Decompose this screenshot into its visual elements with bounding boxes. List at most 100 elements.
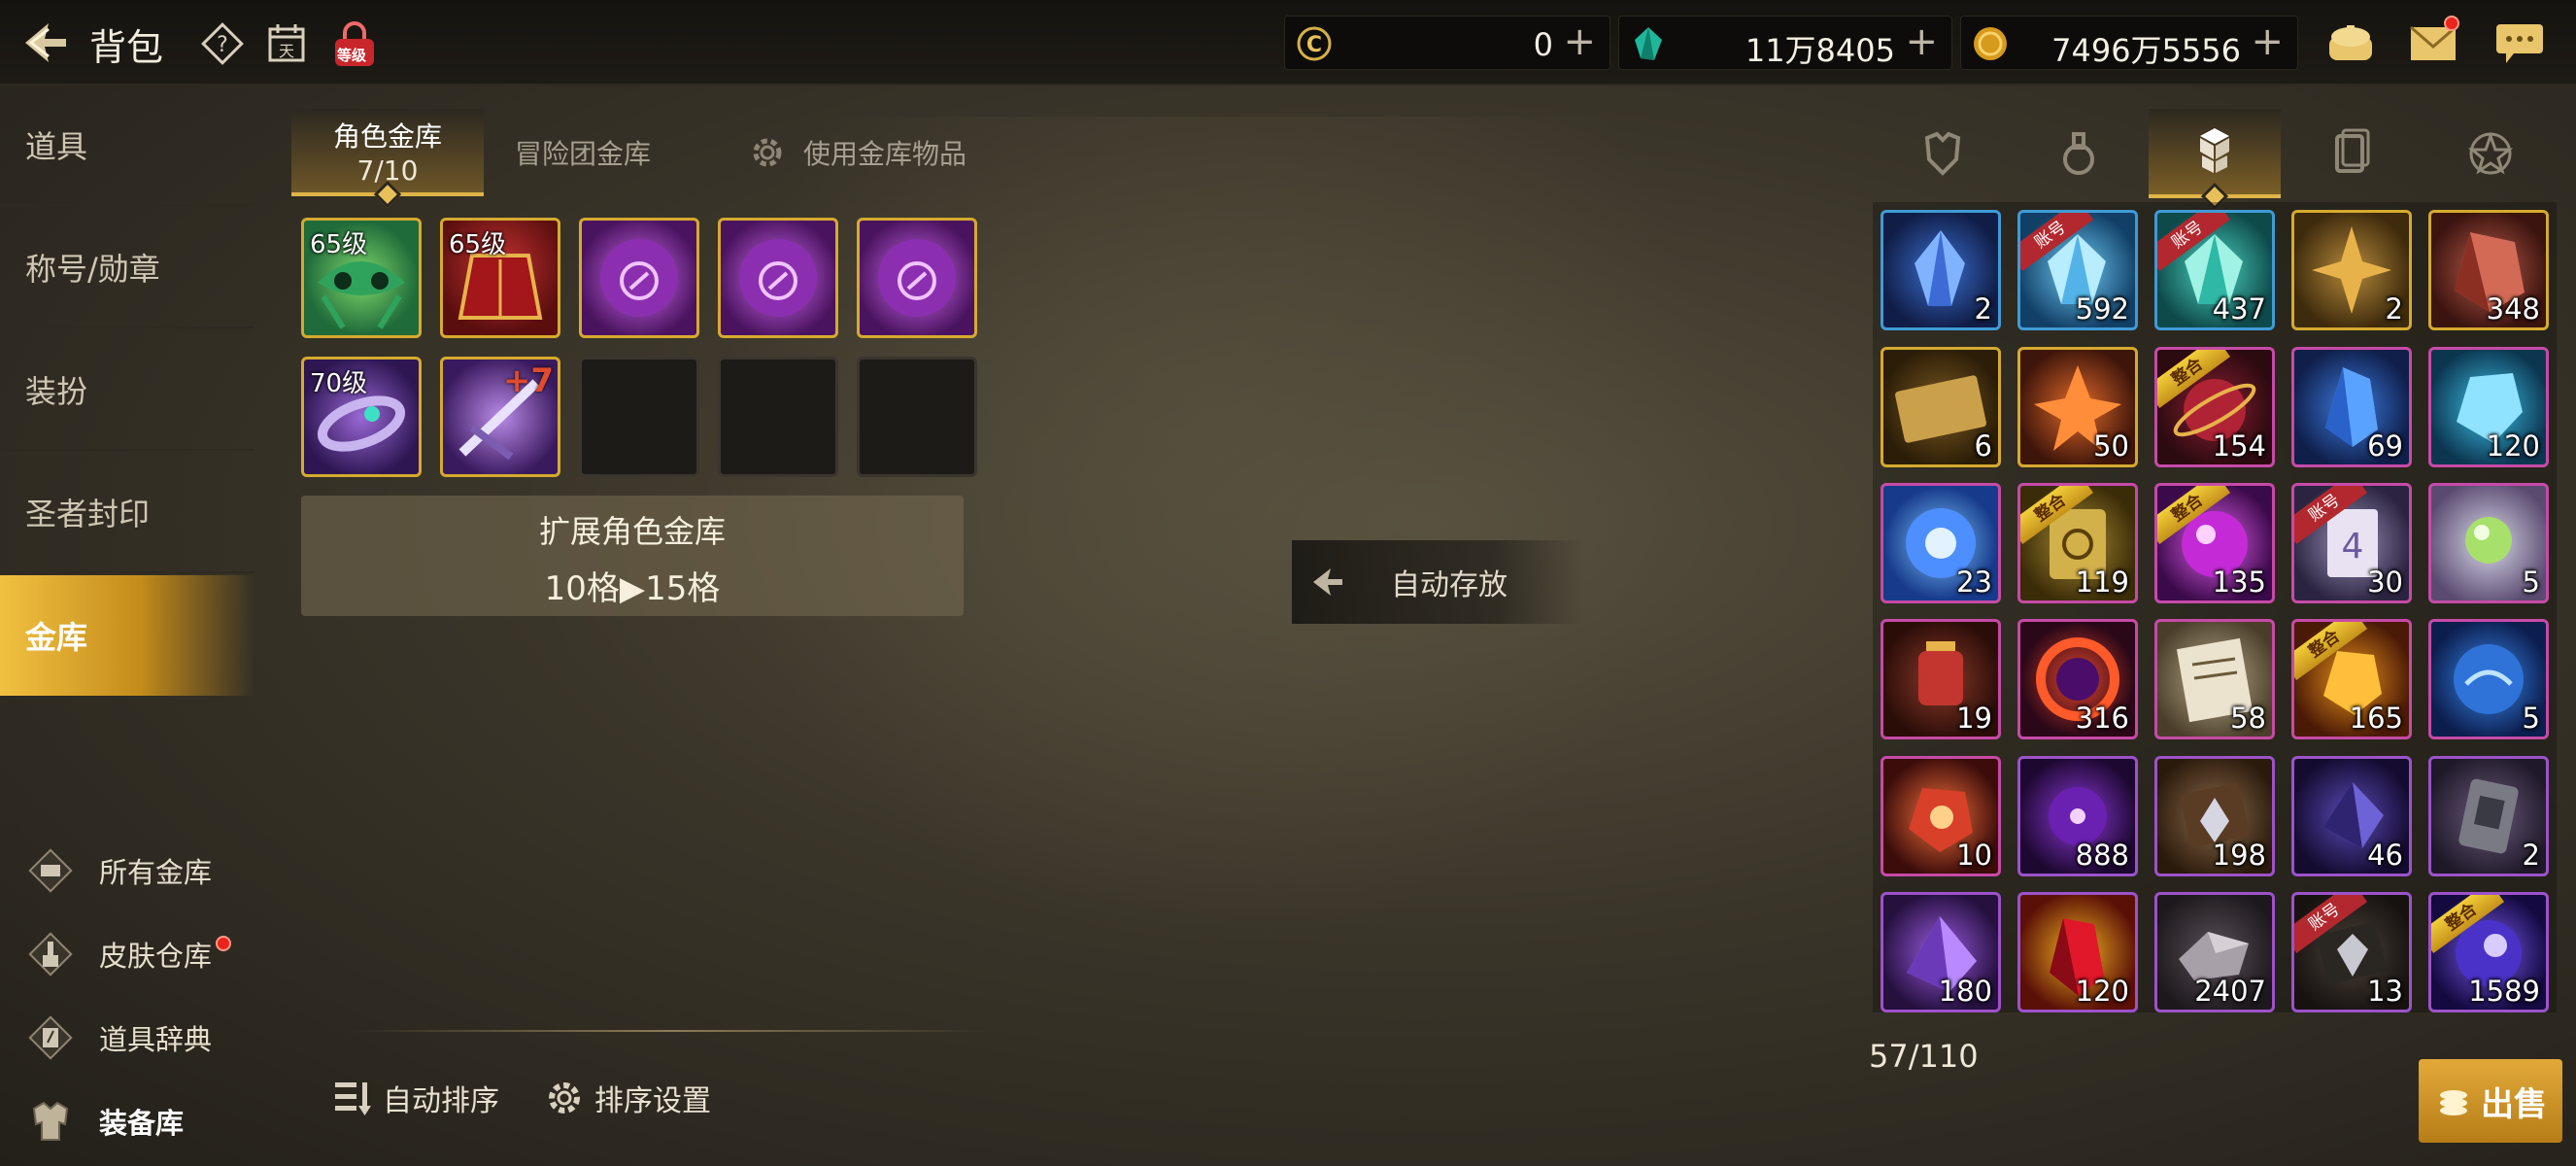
- chest-icon[interactable]: [2323, 17, 2378, 68]
- item-count: 120: [2075, 975, 2129, 1008]
- inventory-slot[interactable]: 6: [1881, 347, 2001, 467]
- add-currency-button[interactable]: +: [1905, 22, 1938, 61]
- tab-adventure-vault[interactable]: 冒险团金库: [497, 109, 668, 196]
- inventory-slot[interactable]: 2407: [2154, 892, 2275, 1012]
- vault-diamond-icon: [23, 843, 78, 898]
- enhance-level: +7: [502, 361, 554, 400]
- gold-coin-icon: [1974, 27, 2007, 60]
- purple-orb-icon: [739, 239, 817, 317]
- item-count: 154: [2212, 429, 2266, 463]
- vault-slot[interactable]: 65级: [440, 218, 560, 338]
- inventory-slot[interactable]: 整合 165: [2291, 619, 2412, 739]
- item-count: 165: [2349, 702, 2403, 735]
- vault-slot-empty[interactable]: [718, 357, 838, 477]
- sidebar-item-vault[interactable]: 金库: [0, 575, 254, 696]
- inventory-slot[interactable]: 整合 1589: [2428, 892, 2549, 1012]
- inventory-slot[interactable]: 58: [2154, 619, 2275, 739]
- tab-emblems[interactable]: [2424, 109, 2557, 198]
- add-currency-button[interactable]: +: [1563, 22, 1596, 61]
- back-arrow-icon[interactable]: [17, 16, 72, 70]
- tab-materials[interactable]: [2149, 109, 2281, 211]
- inventory-slot[interactable]: 888: [2017, 756, 2138, 876]
- sort-settings-button[interactable]: 排序设置: [542, 1073, 711, 1123]
- inventory-slot[interactable]: 46: [2291, 756, 2412, 876]
- inventory-slot[interactable]: 账号 13: [2291, 892, 2412, 1012]
- sidebar-item-items[interactable]: 道具: [0, 86, 254, 206]
- chat-icon[interactable]: [2492, 17, 2547, 68]
- sidebar-item-titles[interactable]: 称号/勋章: [0, 208, 254, 328]
- inventory-slot[interactable]: 账号 592: [2017, 210, 2138, 330]
- inventory-slot[interactable]: 2: [2291, 210, 2412, 330]
- item-count: 120: [2486, 429, 2540, 463]
- vault-slot[interactable]: [579, 218, 699, 338]
- inventory-slot[interactable]: 10: [1881, 756, 2001, 876]
- item-count: 2407: [2194, 975, 2266, 1008]
- item-count: 348: [2486, 292, 2540, 326]
- notification-dot: [216, 936, 232, 951]
- sidebar-item-costume[interactable]: 装扮: [0, 330, 254, 451]
- vault-slot[interactable]: [857, 218, 977, 338]
- vault-slot-empty[interactable]: [857, 357, 977, 477]
- inventory-slot[interactable]: 2: [2428, 756, 2549, 876]
- help-icon[interactable]: ?: [198, 19, 247, 68]
- inventory-slot[interactable]: 整合 119: [2017, 483, 2138, 603]
- level-badge-label: 等级: [337, 47, 367, 64]
- skin-storage-link[interactable]: 皮肤仓库: [23, 925, 256, 983]
- inventory-slot[interactable]: 120: [2017, 892, 2138, 1012]
- sell-button[interactable]: 出售: [2419, 1059, 2562, 1143]
- inventory-slot[interactable]: 19: [1881, 619, 2001, 739]
- vault-slot[interactable]: 70级: [301, 357, 422, 477]
- item-dictionary-link[interactable]: 道具辞典: [23, 1009, 256, 1067]
- tab-equipment[interactable]: [1877, 109, 2009, 198]
- inventory-slot[interactable]: 2: [1881, 210, 2001, 330]
- use-vault-items-toggle[interactable]: 使用金库物品: [725, 109, 987, 196]
- add-currency-button[interactable]: +: [2251, 22, 2284, 61]
- inventory-slot[interactable]: 5: [2428, 483, 2549, 603]
- calendar-icon[interactable]: 天: [262, 19, 311, 68]
- item-count: 5: [2522, 702, 2540, 735]
- tab-label: 冒险团金库: [514, 138, 651, 170]
- tab-character-vault[interactable]: 角色金库 7/10: [291, 109, 484, 209]
- item-count: 2: [1974, 292, 1992, 326]
- left-arrow-icon: [1313, 568, 1342, 596]
- inventory-slot[interactable]: 198: [2154, 756, 2275, 876]
- expand-vault-button[interactable]: 扩展角色金库 10格▶15格: [301, 496, 964, 616]
- auto-sort-button[interactable]: 自动排序: [330, 1073, 499, 1123]
- item-count: 13: [2367, 975, 2403, 1008]
- vault-slot[interactable]: [718, 218, 838, 338]
- inventory-slot[interactable]: 120: [2428, 347, 2549, 467]
- sidebar-item-saint-seal[interactable]: 圣者封印: [0, 453, 254, 573]
- sort-icon: [330, 1076, 375, 1120]
- inventory-slot[interactable]: 180: [1881, 892, 2001, 1012]
- auto-store-button[interactable]: 自动存放: [1292, 540, 1583, 624]
- vault-slot-empty[interactable]: [579, 357, 699, 477]
- inventory-slot[interactable]: 316: [2017, 619, 2138, 739]
- vault-slot[interactable]: +7: [440, 357, 560, 477]
- equipment-storage-link[interactable]: 装备库: [23, 1092, 256, 1150]
- auto-sort-label: 自动排序: [383, 1084, 499, 1118]
- inventory-slot[interactable]: 23: [1881, 483, 2001, 603]
- inventory-slot[interactable]: 整合 154: [2154, 347, 2275, 467]
- sidebar-item-label: 圣者封印: [25, 496, 151, 532]
- inventory-slot[interactable]: 50: [2017, 347, 2138, 467]
- item-count: 50: [2093, 429, 2129, 463]
- tab-consumables[interactable]: [2013, 109, 2145, 198]
- currency-value: 7496万5556: [2051, 32, 2241, 69]
- vault-slot[interactable]: 65级: [301, 218, 422, 338]
- inventory-slot[interactable]: 账号 437: [2154, 210, 2275, 330]
- vault-link-label: 皮肤仓库: [99, 940, 213, 973]
- all-vaults-link[interactable]: 所有金库: [23, 841, 256, 900]
- svg-text:天: 天: [279, 42, 294, 60]
- mail-icon[interactable]: [2407, 16, 2461, 68]
- sidebar-item-label: 金库: [25, 619, 88, 656]
- inventory-slot[interactable]: 4 账号 30: [2291, 483, 2412, 603]
- purple-orb-icon: [878, 239, 956, 317]
- sidebar-item-label: 道具: [25, 128, 88, 165]
- inventory-slot[interactable]: 69: [2291, 347, 2412, 467]
- inventory-slot[interactable]: 348: [2428, 210, 2549, 330]
- level-lock-icon[interactable]: 等级: [330, 19, 379, 68]
- tab-cards[interactable]: [2285, 109, 2417, 198]
- item-count: 888: [2075, 839, 2129, 872]
- inventory-slot[interactable]: 5: [2428, 619, 2549, 739]
- inventory-slot[interactable]: 整合 135: [2154, 483, 2275, 603]
